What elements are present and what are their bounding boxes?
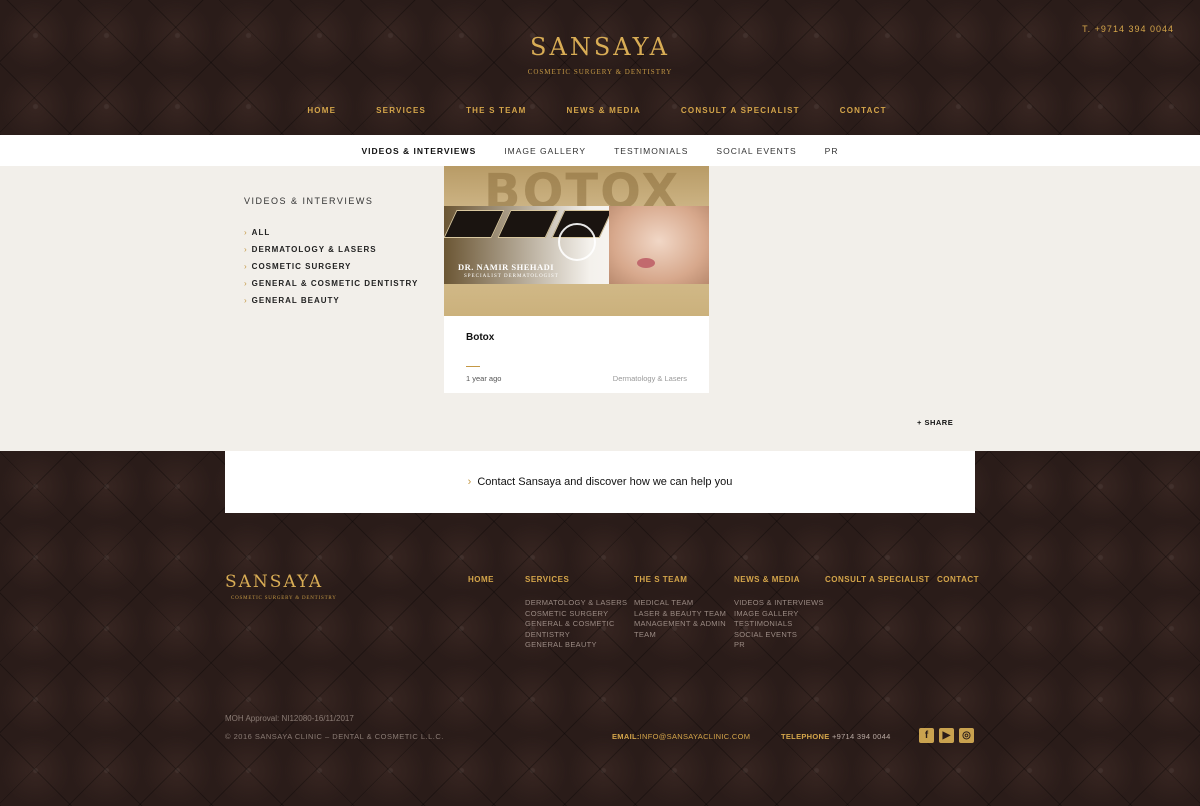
footer-link[interactable]: TEAM (634, 630, 726, 641)
category-label: DERMATOLOGY & LASERS (251, 245, 377, 254)
category-item-all[interactable]: › ALL (244, 228, 418, 245)
footer-link-consult[interactable]: CONSULT A SPECIALIST (825, 575, 930, 584)
footer-col-team: THE S TEAM MEDICAL TEAM LASER & BEAUTY T… (634, 575, 726, 640)
subnav-videos-interviews[interactable]: VIDEOS & INTERVIEWS (362, 146, 477, 156)
header-phone[interactable]: T. +9714 394 0044 (1082, 24, 1174, 34)
footer-link[interactable]: MANAGEMENT & ADMIN (634, 619, 726, 630)
email-label: EMAIL: (612, 732, 640, 741)
footer-link-news-media[interactable]: NEWS & MEDIA (734, 575, 824, 584)
contact-cta[interactable]: › Contact Sansaya and discover how we ca… (225, 451, 975, 513)
thumbnail-face-image (609, 206, 709, 284)
footer-col-home: HOME (468, 575, 494, 598)
telephone-value[interactable]: +9714 394 0044 (832, 732, 891, 741)
moh-approval: MOH Approval: NI12080-16/11/2017 (225, 714, 354, 723)
footer-email[interactable]: EMAIL:INFO@SANSAYACLINIC.COM (612, 732, 750, 741)
footer-logo-subtitle: COSMETIC SURGERY & DENTISTRY (231, 596, 337, 601)
footer-link[interactable]: GENERAL & COSMETIC (525, 619, 627, 630)
footer-link[interactable]: MEDICAL TEAM (634, 598, 726, 609)
footer-link[interactable]: PR (734, 640, 824, 651)
category-item-dermatology[interactable]: › DERMATOLOGY & LASERS (244, 245, 418, 262)
nav-services[interactable]: SERVICES (376, 106, 426, 115)
category-item-dentistry[interactable]: › GENERAL & COSMETIC DENTISTRY (244, 279, 418, 296)
category-label: COSMETIC SURGERY (251, 262, 352, 271)
footer-telephone[interactable]: TELEPHONE +9714 394 0044 (781, 732, 891, 741)
footer-col-services: SERVICES DERMATOLOGY & LASERS COSMETIC S… (525, 575, 627, 651)
chevron-right-icon: › (244, 228, 248, 237)
category-label: ALL (251, 228, 271, 237)
footer-link-contact[interactable]: CONTACT (937, 575, 979, 584)
footer-link-home[interactable]: HOME (468, 575, 494, 584)
copyright: © 2016 SANSAYA CLINIC – DENTAL & COSMETI… (225, 732, 444, 741)
card-category[interactable]: Dermatology & Lasers (613, 374, 687, 383)
category-list: › ALL › DERMATOLOGY & LASERS › COSMETIC SUR… (244, 228, 418, 313)
chevron-right-icon: › (244, 245, 248, 254)
nav-the-s-team[interactable]: THE S TEAM (466, 106, 526, 115)
subnav-testimonials[interactable]: TESTIMONIALS (614, 146, 688, 156)
footer-link[interactable]: IMAGE GALLERY (734, 609, 824, 620)
email-value[interactable]: INFO@SANSAYACLINIC.COM (640, 732, 751, 741)
youtube-icon[interactable]: ▶ (939, 728, 954, 743)
chevron-right-icon: › (467, 476, 472, 488)
social-links: f ▶ ◎ (919, 728, 974, 743)
site-footer: › Contact Sansaya and discover how we ca… (0, 451, 1200, 806)
footer-link-services[interactable]: SERVICES (525, 575, 627, 584)
main-nav: HOME SERVICES THE S TEAM NEWS & MEDIA CO… (0, 106, 1200, 115)
footer-link[interactable]: SOCIAL EVENTS (734, 630, 824, 641)
chevron-right-icon: › (244, 262, 248, 271)
nav-home[interactable]: HOME (307, 106, 336, 115)
video-card[interactable]: BOTOX DR. NAMIR SHEHADI SPECIALIST DERMA… (444, 166, 709, 393)
footer-link[interactable]: DERMATOLOGY & LASERS (525, 598, 627, 609)
cta-text: Contact Sansaya and discover how we can … (477, 476, 733, 488)
nav-contact[interactable]: CONTACT (840, 106, 887, 115)
card-date: 1 year ago (466, 374, 502, 383)
site-logo[interactable]: SANSAYA COSMETIC SURGERY & DENTISTRY (0, 34, 1200, 76)
footer-link[interactable]: TESTIMONIALS (734, 619, 824, 630)
thumbnail-doctor-title: SPECIALIST DERMATOLOGIST (464, 274, 559, 279)
footer-logo-text: SANSAYA (225, 572, 324, 592)
category-item-general-beauty[interactable]: › GENERAL BEAUTY (244, 296, 418, 313)
sidebar-title: VIDEOS & INTERVIEWS (244, 196, 374, 206)
footer-col-contact: CONTACT (937, 575, 979, 598)
subnav-image-gallery[interactable]: IMAGE GALLERY (504, 146, 586, 156)
footer-link[interactable]: GENERAL BEAUTY (525, 640, 627, 651)
category-label: GENERAL & COSMETIC DENTISTRY (251, 279, 419, 288)
footer-link[interactable]: VIDEOS & INTERVIEWS (734, 598, 824, 609)
facebook-icon[interactable]: f (919, 728, 934, 743)
category-item-cosmetic-surgery[interactable]: › COSMETIC SURGERY (244, 262, 418, 279)
share-button[interactable]: + SHARE (917, 418, 953, 427)
play-icon[interactable] (558, 223, 596, 261)
sub-nav: VIDEOS & INTERVIEWS IMAGE GALLERY TESTIM… (0, 135, 1200, 166)
footer-link[interactable]: COSMETIC SURGERY (525, 609, 627, 620)
telephone-label: TELEPHONE (781, 732, 830, 741)
chevron-right-icon: › (244, 296, 248, 305)
site-header: T. +9714 394 0044 SANSAYA COSMETIC SURGE… (0, 0, 1200, 135)
footer-link[interactable]: DENTISTRY (525, 630, 627, 641)
subnav-social-events[interactable]: SOCIAL EVENTS (716, 146, 796, 156)
video-thumbnail[interactable]: BOTOX DR. NAMIR SHEHADI SPECIALIST DERMA… (444, 166, 709, 316)
footer-link[interactable]: LASER & BEAUTY TEAM (634, 609, 726, 620)
category-label: GENERAL BEAUTY (251, 296, 340, 305)
thumbnail-lips (637, 258, 655, 268)
card-divider (466, 366, 480, 367)
logo-text: SANSAYA (530, 33, 670, 61)
category-sidebar: VIDEOS & INTERVIEWS › ALL › DERMATOLOGY & … (244, 196, 418, 313)
nav-news-media[interactable]: NEWS & MEDIA (567, 106, 641, 115)
footer-link-the-s-team[interactable]: THE S TEAM (634, 575, 726, 584)
nav-consult-specialist[interactable]: CONSULT A SPECIALIST (681, 106, 800, 115)
chevron-right-icon: › (244, 279, 248, 288)
footer-logo[interactable]: SANSAYA COSMETIC SURGERY & DENTISTRY (225, 572, 337, 601)
card-title[interactable]: Botox (466, 332, 494, 343)
instagram-icon[interactable]: ◎ (959, 728, 974, 743)
subnav-pr[interactable]: PR (825, 146, 839, 156)
logo-subtitle: COSMETIC SURGERY & DENTISTRY (527, 68, 673, 76)
footer-col-news: NEWS & MEDIA VIDEOS & INTERVIEWS IMAGE G… (734, 575, 824, 651)
footer-col-consult: CONSULT A SPECIALIST (825, 575, 930, 598)
thumbnail-doctor-name: DR. NAMIR SHEHADI (458, 262, 555, 272)
